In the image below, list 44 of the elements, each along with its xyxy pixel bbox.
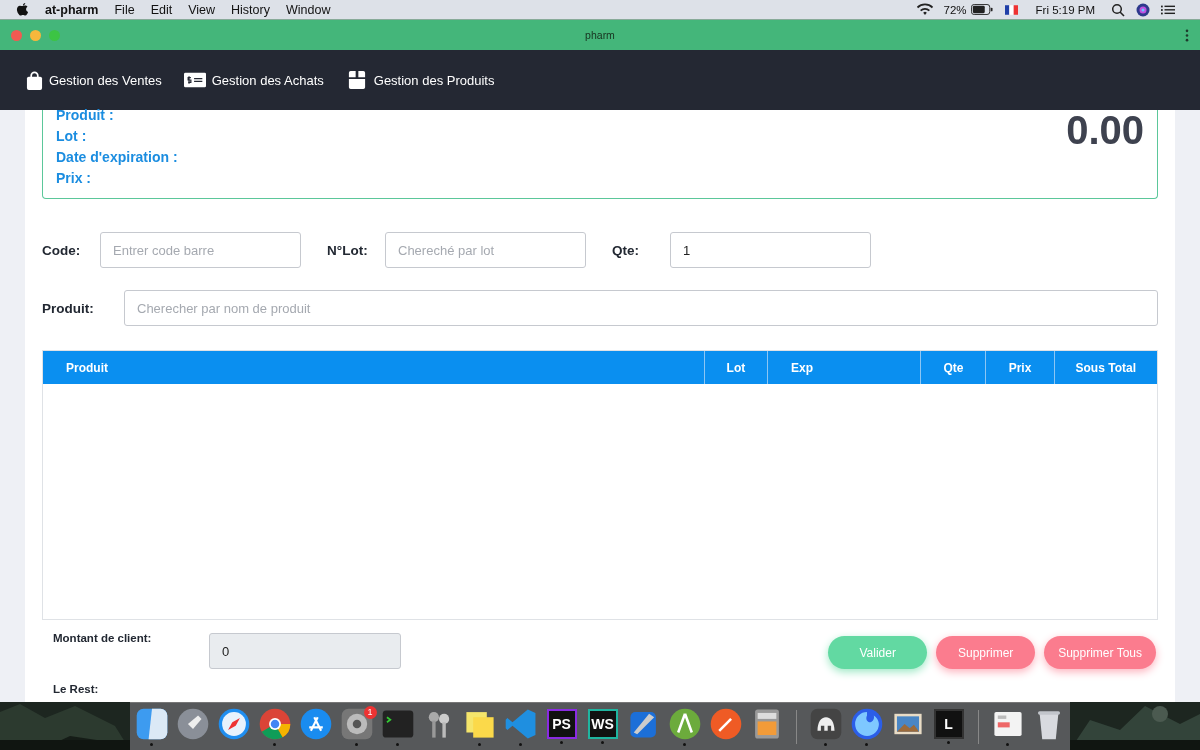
flag-icon[interactable] [1004, 4, 1018, 15]
menu-item[interactable]: History [231, 2, 270, 17]
nav-link[interactable]: Gestion des Achats [183, 71, 324, 89]
assistant-icon[interactable] [1136, 2, 1150, 17]
menu-item[interactable]: Edit [150, 2, 173, 17]
battery-percent: 72% [943, 3, 967, 16]
total-amount: 0.00 [1066, 110, 1144, 154]
apple-icon[interactable] [16, 2, 29, 17]
field-label: N°Lot: [327, 242, 369, 258]
field-label: Qte: [612, 242, 640, 258]
field-label: Code: [42, 242, 82, 258]
search-icon[interactable] [1111, 2, 1125, 17]
battery-icon[interactable] [970, 4, 993, 15]
app-store-icon[interactable] [298, 707, 333, 741]
input-field[interactable]: Entrer code barre [100, 232, 301, 268]
app-icon[interactable]: PS [546, 709, 577, 739]
input-field[interactable]: 0 [209, 633, 401, 669]
field-label: Le Rest: [53, 683, 100, 695]
compass-icon[interactable] [216, 707, 251, 741]
clock[interactable]: Fri 5:19 PM [1035, 3, 1095, 16]
nav-link[interactable]: Gestion des Ventes [26, 70, 162, 90]
info-label: Produit : [56, 107, 115, 124]
shopping-bag-icon [26, 70, 43, 90]
nav-link[interactable]: Gestion des Produits [345, 71, 495, 89]
field-label: Produit: [42, 300, 95, 316]
info-label: Lot : [56, 128, 88, 145]
app-name-menu[interactable]: at-pharm [45, 2, 99, 17]
chrome-icon[interactable] [257, 707, 292, 741]
menu-item[interactable]: View [188, 2, 216, 17]
app-icon[interactable]: WS [587, 709, 618, 739]
more-icon[interactable] [1185, 28, 1189, 42]
app-icon[interactable]: L [933, 709, 964, 739]
money-bill-icon [183, 71, 206, 89]
search-field[interactable]: Cherecher par nom de produit [124, 290, 1158, 326]
menu-item[interactable]: Window [285, 2, 331, 17]
info-label: Date d'expiration : [56, 149, 178, 166]
field-label: Montant de client: [53, 632, 153, 644]
input-field[interactable]: Chereché par lot [385, 232, 586, 268]
input-field[interactable]: 1 [670, 232, 871, 268]
window-title: pharm [584, 29, 616, 41]
wifi-icon[interactable] [915, 3, 934, 16]
menu-item[interactable]: File [114, 2, 135, 17]
gear-icon[interactable] [339, 707, 374, 741]
info-label: Prix : [56, 170, 92, 187]
